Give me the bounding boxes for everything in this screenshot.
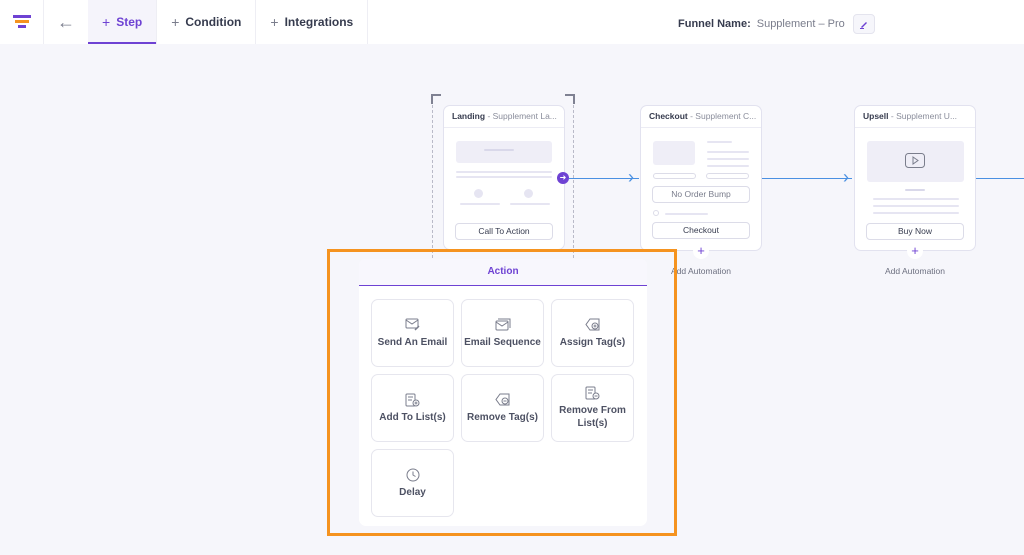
edit-funnel-name-button[interactable] (852, 14, 875, 34)
step-card-upsell[interactable]: Upsell - Supplement U... Buy Now (854, 105, 976, 251)
play-icon (905, 153, 925, 168)
connector-line (762, 178, 852, 179)
selection-corner (431, 94, 441, 104)
app-logo[interactable] (0, 0, 44, 44)
plus-icon: + (270, 14, 279, 30)
back-button[interactable]: ← (44, 0, 88, 44)
funnel-name-value: Supplement – Pro (756, 18, 845, 30)
tab-condition[interactable]: + Condition (157, 0, 257, 44)
tab-integrations[interactable]: + Integrations (256, 0, 369, 44)
connect-handle-icon[interactable]: ➜ (557, 172, 569, 184)
checkout-button[interactable]: Checkout (652, 222, 750, 239)
step-card-checkout[interactable]: Checkout - Supplement C... No Order Bump… (640, 105, 762, 251)
pencil-icon (859, 22, 867, 29)
highlight-box (327, 249, 677, 536)
buy-now-button[interactable]: Buy Now (866, 223, 964, 240)
call-to-action-button[interactable]: Call To Action (455, 223, 553, 240)
funnel-name: Funnel Name: Supplement – Pro (678, 14, 875, 34)
hero-placeholder (456, 141, 552, 163)
arrow-left-icon: ← (57, 11, 75, 32)
step-card-landing[interactable]: Landing - Supplement La... Call To Actio… (443, 105, 565, 250)
connector-line (976, 178, 1024, 179)
add-automation-plus-button[interactable]: + (693, 243, 709, 259)
selection-corner (565, 94, 575, 104)
tab-step[interactable]: + Step (88, 0, 158, 44)
top-bar: ← + Step + Condition + Integrations Funnel … (0, 0, 1024, 44)
plus-icon: + (171, 14, 180, 30)
order-bump-field[interactable]: No Order Bump (652, 186, 750, 203)
add-automation-label[interactable]: Add Automation (865, 266, 965, 276)
arrow-right-icon: › (843, 167, 849, 187)
funnel-logo-icon (12, 15, 31, 28)
image-placeholder (653, 141, 695, 165)
arrow-right-icon: › (628, 167, 634, 187)
plus-icon: + (102, 14, 111, 30)
add-automation-plus-button[interactable]: + (907, 243, 923, 259)
